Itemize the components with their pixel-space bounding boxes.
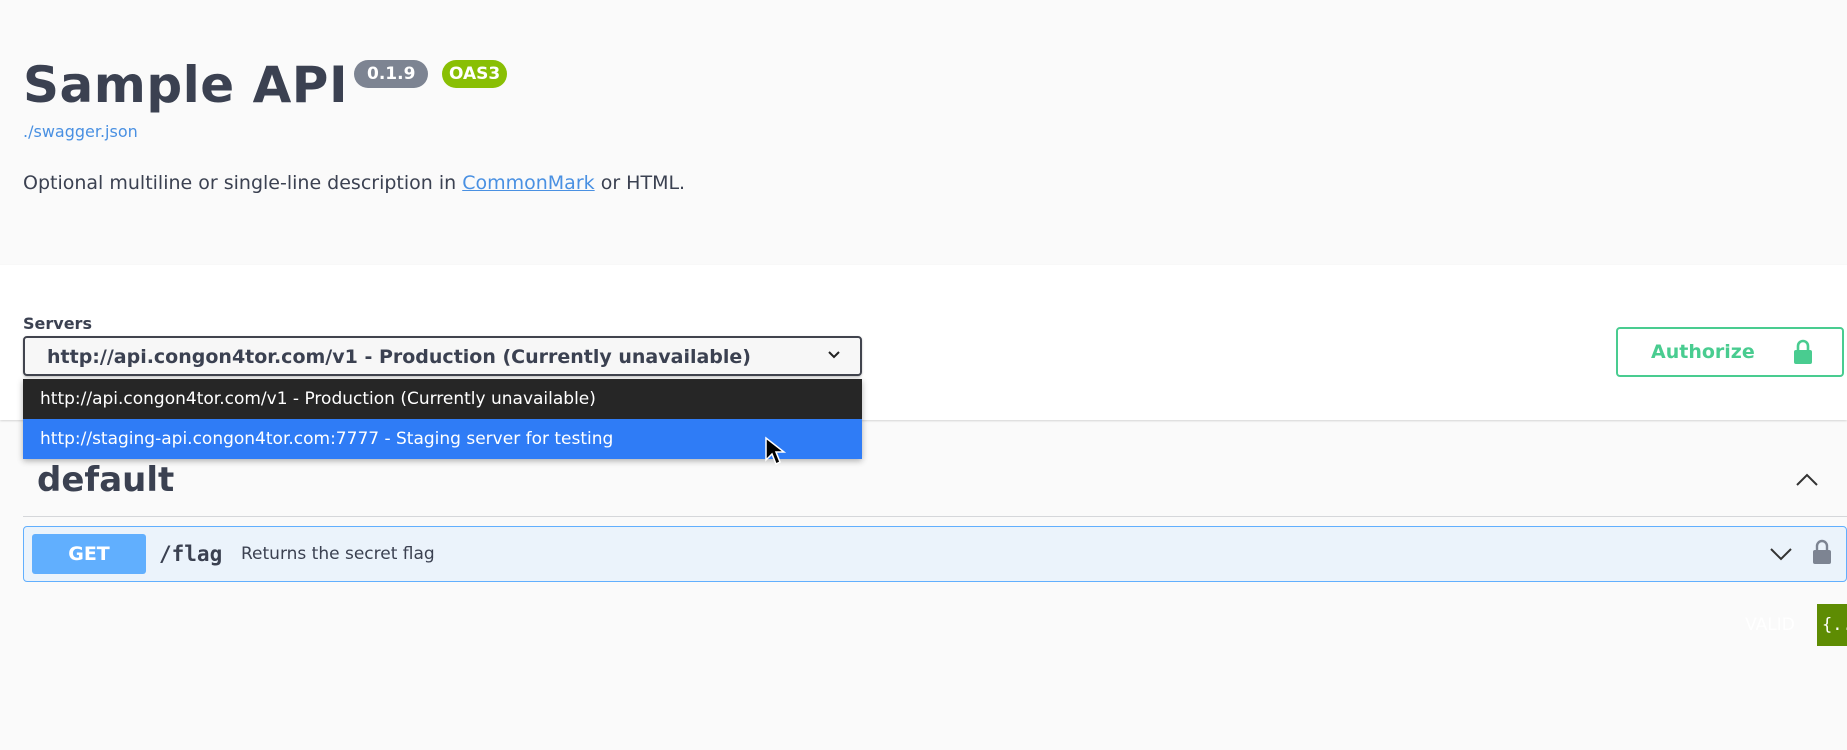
server-select[interactable]: http://api.congon4tor.com/v1 - Productio…: [23, 336, 862, 376]
validator-label: VALID: [1745, 615, 1795, 635]
commonmark-link[interactable]: CommonMark: [462, 172, 594, 194]
server-option-production[interactable]: http://api.congon4tor.com/v1 - Productio…: [23, 379, 862, 419]
mouse-cursor-icon: [765, 436, 786, 466]
api-title: Sample API: [23, 56, 349, 114]
spec-url-link[interactable]: ./swagger.json: [23, 122, 138, 141]
oas-badge: OAS3: [442, 60, 508, 88]
info-section: Sample API 0.1.9 OAS3 ./swagger.json Opt…: [0, 0, 1847, 265]
lock-icon: [1794, 339, 1812, 364]
method-badge: GET: [32, 534, 146, 574]
version-badge: 0.1.9: [354, 60, 429, 88]
authorize-label: Authorize: [1651, 341, 1755, 363]
description-text: Optional multiline or single-line descri…: [23, 172, 463, 194]
authorize-button[interactable]: Authorize: [1616, 327, 1844, 377]
description-text-end: or HTML.: [594, 172, 686, 194]
lock-icon[interactable]: [1812, 539, 1832, 565]
server-dropdown-list: http://api.congon4tor.com/v1 - Productio…: [23, 379, 862, 459]
chevron-down-icon: [828, 351, 840, 359]
tag-divider: [23, 516, 1847, 517]
tag-title[interactable]: default: [37, 460, 174, 500]
operation-get-flag[interactable]: GET /flag Returns the secret flag: [23, 526, 1847, 582]
server-select-value: http://api.congon4tor.com/v1 - Productio…: [47, 346, 751, 368]
chevron-up-icon[interactable]: [1794, 470, 1820, 490]
chevron-down-icon[interactable]: [1768, 544, 1794, 564]
json-icon: {...: [1817, 604, 1847, 646]
servers-label: Servers: [23, 314, 92, 333]
operation-path: /flag: [159, 542, 223, 566]
operation-summary: Returns the secret flag: [241, 544, 435, 564]
api-description: Optional multiline or single-line descri…: [23, 172, 685, 194]
server-option-staging[interactable]: http://staging-api.congon4tor.com:7777 -…: [23, 419, 862, 459]
